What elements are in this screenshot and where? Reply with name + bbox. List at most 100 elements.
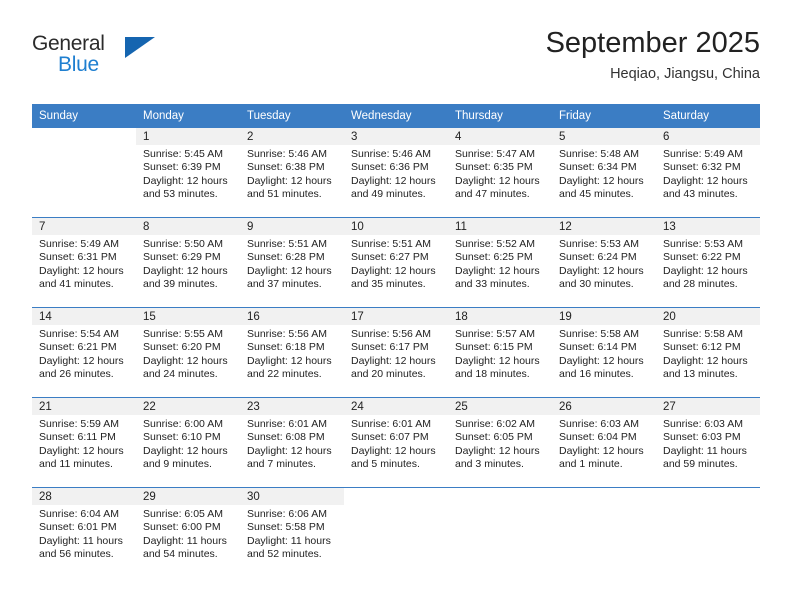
- calendar-day-cell[interactable]: 7 Sunrise: 5:49 AM Sunset: 6:31 PM Daylight…: [32, 217, 136, 307]
- calendar-cell: 6 Sunrise: 5:49 AM Sunset: 6:32 PM Daylight…: [656, 127, 760, 217]
- calendar-day-cell[interactable]: 26 Sunrise: 6:03 AM Sunset: 6:04 PM Dayligh…: [552, 397, 656, 487]
- calendar-day-cell[interactable]: 15 Sunrise: 5:55 AM Sunset: 6:20 PM Dayligh…: [136, 307, 240, 397]
- day-detail-sunrise: Sunrise: 6:00 AM: [143, 418, 223, 430]
- weekday-header-wednesday: Wednesday: [344, 104, 448, 127]
- day-number: 18: [448, 308, 552, 325]
- day-detail-sunrise: Sunrise: 5:51 AM: [247, 238, 327, 250]
- calendar-day-cell[interactable]: 23 Sunrise: 6:01 AM Sunset: 6:08 PM Dayligh…: [240, 397, 344, 487]
- calendar-day-cell[interactable]: 19 Sunrise: 5:58 AM Sunset: 6:14 PM Dayligh…: [552, 307, 656, 397]
- day-detail-daylight2: and 5 minutes.: [351, 458, 420, 471]
- day-detail-daylight1: Daylight: 12 hours: [663, 174, 748, 187]
- calendar-empty-cell: [552, 487, 656, 577]
- day-details: Sunrise: 5:55 AM Sunset: 6:20 PM Daylight:…: [136, 325, 240, 382]
- calendar-day-cell[interactable]: 2 Sunrise: 5:46 AM Sunset: 6:38 PM Daylight…: [240, 127, 344, 217]
- calendar-day-cell[interactable]: 24 Sunrise: 6:01 AM Sunset: 6:07 PM Dayligh…: [344, 397, 448, 487]
- day-details: Sunrise: 6:01 AM Sunset: 6:08 PM Daylight:…: [240, 415, 344, 472]
- day-detail-sunrise: Sunrise: 6:03 AM: [663, 418, 743, 430]
- calendar-day-cell[interactable]: 29 Sunrise: 6:05 AM Sunset: 6:00 PM Dayligh…: [136, 487, 240, 577]
- calendar-day-cell[interactable]: 27 Sunrise: 6:03 AM Sunset: 6:03 PM Dayligh…: [656, 397, 760, 487]
- calendar-cell: 11 Sunrise: 5:52 AM Sunset: 6:25 PM Dayligh…: [448, 217, 552, 307]
- day-detail-daylight1: Daylight: 12 hours: [247, 174, 332, 187]
- calendar-empty-cell: [32, 127, 136, 217]
- calendar-day-cell[interactable]: 17 Sunrise: 5:56 AM Sunset: 6:17 PM Dayligh…: [344, 307, 448, 397]
- day-detail-daylight2: and 26 minutes.: [39, 368, 114, 381]
- calendar-week-row: 1 Sunrise: 5:45 AM Sunset: 6:39 PM Daylight…: [32, 127, 760, 217]
- calendar-day-cell[interactable]: 22 Sunrise: 6:00 AM Sunset: 6:10 PM Dayligh…: [136, 397, 240, 487]
- day-detail-daylight1: Daylight: 12 hours: [143, 444, 228, 457]
- calendar-day-cell[interactable]: 16 Sunrise: 5:56 AM Sunset: 6:18 PM Dayligh…: [240, 307, 344, 397]
- day-detail-daylight1: Daylight: 11 hours: [247, 534, 331, 547]
- calendar-cell: 4 Sunrise: 5:47 AM Sunset: 6:35 PM Daylight…: [448, 127, 552, 217]
- calendar-day-cell[interactable]: 21 Sunrise: 5:59 AM Sunset: 6:11 PM Dayligh…: [32, 397, 136, 487]
- day-number: 29: [136, 488, 240, 505]
- day-detail-daylight1: Daylight: 12 hours: [39, 444, 124, 457]
- day-detail-daylight2: and 1 minute.: [559, 458, 623, 471]
- day-detail-sunrise: Sunrise: 5:56 AM: [351, 328, 431, 340]
- calendar-day-cell[interactable]: 3 Sunrise: 5:46 AM Sunset: 6:36 PM Daylight…: [344, 127, 448, 217]
- day-details: Sunrise: 6:02 AM Sunset: 6:05 PM Daylight:…: [448, 415, 552, 472]
- weekday-header-tuesday: Tuesday: [240, 104, 344, 127]
- day-detail-daylight2: and 53 minutes.: [143, 188, 218, 201]
- day-detail-daylight1: Daylight: 12 hours: [455, 174, 540, 187]
- day-detail-sunrise: Sunrise: 5:55 AM: [143, 328, 223, 340]
- day-detail-sunrise: Sunrise: 5:45 AM: [143, 148, 223, 160]
- day-details: Sunrise: 5:56 AM Sunset: 6:18 PM Daylight:…: [240, 325, 344, 382]
- day-detail-daylight2: and 30 minutes.: [559, 278, 634, 291]
- calendar-day-cell[interactable]: 8 Sunrise: 5:50 AM Sunset: 6:29 PM Daylight…: [136, 217, 240, 307]
- calendar-day-cell[interactable]: 5 Sunrise: 5:48 AM Sunset: 6:34 PM Daylight…: [552, 127, 656, 217]
- calendar-day-cell[interactable]: 14 Sunrise: 5:54 AM Sunset: 6:21 PM Dayligh…: [32, 307, 136, 397]
- day-detail-sunrise: Sunrise: 6:02 AM: [455, 418, 535, 430]
- day-detail-sunrise: Sunrise: 5:48 AM: [559, 148, 639, 160]
- calendar-day-cell[interactable]: 12 Sunrise: 5:53 AM Sunset: 6:24 PM Dayligh…: [552, 217, 656, 307]
- brand-name-blue: Blue: [58, 53, 99, 76]
- day-details: Sunrise: 5:58 AM Sunset: 6:12 PM Daylight:…: [656, 325, 760, 382]
- page-header: General Blue September 2025 Heqiao, Jian…: [32, 26, 760, 94]
- day-details: Sunrise: 5:45 AM Sunset: 6:39 PM Daylight:…: [136, 145, 240, 202]
- triangle-logo-icon: [125, 37, 155, 58]
- day-details: Sunrise: 5:53 AM Sunset: 6:22 PM Daylight:…: [656, 235, 760, 292]
- day-number: 27: [656, 398, 760, 415]
- calendar-day-cell[interactable]: 30 Sunrise: 6:06 AM Sunset: 5:58 PM Dayligh…: [240, 487, 344, 577]
- calendar-day-cell[interactable]: 6 Sunrise: 5:49 AM Sunset: 6:32 PM Daylight…: [656, 127, 760, 217]
- day-details: Sunrise: 5:59 AM Sunset: 6:11 PM Daylight:…: [32, 415, 136, 472]
- day-number: 10: [344, 218, 448, 235]
- calendar-day-cell[interactable]: 10 Sunrise: 5:51 AM Sunset: 6:27 PM Dayligh…: [344, 217, 448, 307]
- calendar-week-row: 14 Sunrise: 5:54 AM Sunset: 6:21 PM Dayligh…: [32, 307, 760, 397]
- day-number: 2: [240, 128, 344, 145]
- calendar-day-cell[interactable]: 13 Sunrise: 5:53 AM Sunset: 6:22 PM Dayligh…: [656, 217, 760, 307]
- day-details: Sunrise: 5:53 AM Sunset: 6:24 PM Daylight:…: [552, 235, 656, 292]
- day-details: Sunrise: 6:04 AM Sunset: 6:01 PM Daylight:…: [32, 505, 136, 562]
- title-block: September 2025 Heqiao, Jiangsu, China: [546, 26, 760, 84]
- day-detail-daylight2: and 47 minutes.: [455, 188, 530, 201]
- calendar-day-cell[interactable]: 11 Sunrise: 5:52 AM Sunset: 6:25 PM Dayligh…: [448, 217, 552, 307]
- general-blue-logo[interactable]: General Blue: [32, 32, 162, 80]
- calendar-day-cell[interactable]: 25 Sunrise: 6:02 AM Sunset: 6:05 PM Dayligh…: [448, 397, 552, 487]
- day-number: 30: [240, 488, 344, 505]
- day-detail-daylight1: Daylight: 11 hours: [143, 534, 227, 547]
- day-detail-sunset: Sunset: 6:05 PM: [455, 431, 533, 444]
- calendar-cell: 1 Sunrise: 5:45 AM Sunset: 6:39 PM Daylight…: [136, 127, 240, 217]
- day-detail-sunrise: Sunrise: 6:01 AM: [351, 418, 431, 430]
- day-detail-sunset: Sunset: 6:14 PM: [559, 341, 637, 354]
- day-detail-daylight1: Daylight: 12 hours: [143, 354, 228, 367]
- day-details: Sunrise: 5:49 AM Sunset: 6:32 PM Daylight:…: [656, 145, 760, 202]
- day-detail-sunset: Sunset: 6:11 PM: [39, 431, 116, 444]
- day-number: 9: [240, 218, 344, 235]
- calendar-week-row: 28 Sunrise: 6:04 AM Sunset: 6:01 PM Dayligh…: [32, 487, 760, 577]
- calendar-cell: 30 Sunrise: 6:06 AM Sunset: 5:58 PM Dayligh…: [240, 487, 344, 577]
- day-detail-daylight1: Daylight: 11 hours: [663, 444, 747, 457]
- calendar-day-cell[interactable]: 9 Sunrise: 5:51 AM Sunset: 6:28 PM Daylight…: [240, 217, 344, 307]
- calendar-day-cell[interactable]: 1 Sunrise: 5:45 AM Sunset: 6:39 PM Daylight…: [136, 127, 240, 217]
- calendar-day-cell[interactable]: 28 Sunrise: 6:04 AM Sunset: 6:01 PM Dayligh…: [32, 487, 136, 577]
- calendar-cell: 2 Sunrise: 5:46 AM Sunset: 6:38 PM Daylight…: [240, 127, 344, 217]
- day-number: 7: [32, 218, 136, 235]
- day-number: 15: [136, 308, 240, 325]
- calendar-cell: 20 Sunrise: 5:58 AM Sunset: 6:12 PM Dayligh…: [656, 307, 760, 397]
- calendar-empty-cell: [344, 487, 448, 577]
- day-detail-sunset: Sunset: 6:15 PM: [455, 341, 533, 354]
- day-number: 8: [136, 218, 240, 235]
- calendar-day-cell[interactable]: 20 Sunrise: 5:58 AM Sunset: 6:12 PM Dayligh…: [656, 307, 760, 397]
- day-detail-sunrise: Sunrise: 5:47 AM: [455, 148, 535, 160]
- calendar-day-cell[interactable]: 4 Sunrise: 5:47 AM Sunset: 6:35 PM Daylight…: [448, 127, 552, 217]
- calendar-day-cell[interactable]: 18 Sunrise: 5:57 AM Sunset: 6:15 PM Dayligh…: [448, 307, 552, 397]
